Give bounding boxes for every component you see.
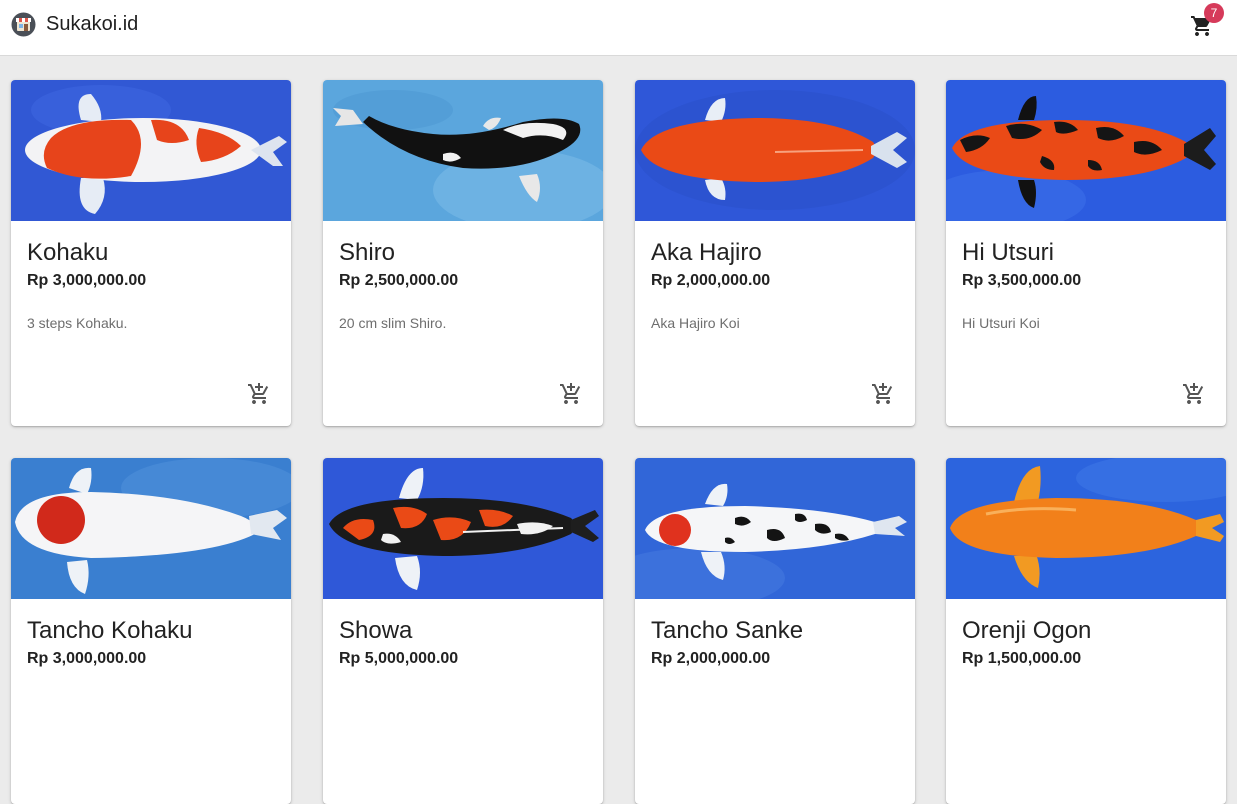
- product-price: Rp 5,000,000.00: [339, 650, 459, 667]
- product-description: 20 cm slim Shiro.: [339, 315, 447, 331]
- add-shopping-cart-icon: [1183, 383, 1204, 404]
- product-price: Rp 2,000,000.00: [651, 272, 771, 289]
- product-card-shiro[interactable]: Shiro Rp 2,500,000.00 20 cm slim Shiro.: [323, 80, 603, 426]
- product-card-hi-utsuri[interactable]: Hi Utsuri Rp 3,500,000.00 Hi Utsuri Koi: [946, 80, 1226, 426]
- product-description: 3 steps Kohaku.: [27, 315, 128, 331]
- product-image: [11, 80, 291, 221]
- add-to-cart-button[interactable]: [555, 378, 587, 410]
- product-name[interactable]: Shiro: [339, 239, 395, 267]
- product-image: [323, 80, 603, 221]
- add-to-cart-button[interactable]: [1178, 378, 1210, 410]
- product-price: Rp 2,000,000.00: [651, 650, 771, 667]
- product-price: Rp 3,000,000.00: [27, 650, 147, 667]
- product-card-aka-hajiro[interactable]: Aka Hajiro Rp 2,000,000.00 Aka Hajiro Ko…: [635, 80, 915, 426]
- product-price: Rp 2,500,000.00: [339, 272, 459, 289]
- product-card-tancho-kohaku[interactable]: Tancho Kohaku Rp 3,000,000.00: [11, 458, 291, 804]
- product-price: Rp 3,000,000.00: [27, 272, 147, 289]
- product-description: Hi Utsuri Koi: [962, 315, 1040, 331]
- product-image: [635, 458, 915, 599]
- product-card-tancho-sanke[interactable]: Tancho Sanke Rp 2,000,000.00: [635, 458, 915, 804]
- product-price: Rp 1,500,000.00: [962, 650, 1082, 667]
- product-card-orenji-ogon[interactable]: Orenji Ogon Rp 1,500,000.00: [946, 458, 1226, 804]
- add-shopping-cart-icon: [872, 383, 893, 404]
- product-name[interactable]: Aka Hajiro: [651, 239, 762, 267]
- app-title: Sukakoi.id: [46, 13, 139, 35]
- add-shopping-cart-icon: [248, 383, 269, 404]
- product-card-showa[interactable]: Showa Rp 5,000,000.00: [323, 458, 603, 804]
- product-price: Rp 3,500,000.00: [962, 272, 1082, 289]
- add-to-cart-button[interactable]: [867, 378, 899, 410]
- app-bar: Sukakoi.id 7: [0, 0, 1237, 56]
- product-name[interactable]: Showa: [339, 617, 412, 645]
- cart-count-badge: 7: [1204, 3, 1224, 23]
- product-card-kohaku[interactable]: Kohaku Rp 3,000,000.00 3 steps Kohaku.: [11, 80, 291, 426]
- product-image: [11, 458, 291, 599]
- product-name[interactable]: Kohaku: [27, 239, 108, 267]
- product-name[interactable]: Tancho Sanke: [651, 617, 803, 645]
- product-image: [946, 458, 1226, 599]
- add-shopping-cart-icon: [560, 383, 581, 404]
- product-description: Aka Hajiro Koi: [651, 315, 740, 331]
- product-image: [635, 80, 915, 221]
- product-name[interactable]: Orenji Ogon: [962, 617, 1091, 645]
- product-name[interactable]: Hi Utsuri: [962, 239, 1054, 267]
- shop-icon: [11, 12, 36, 37]
- add-to-cart-button[interactable]: [243, 378, 275, 410]
- product-image: [323, 458, 603, 599]
- product-image: [946, 80, 1226, 221]
- cart-button[interactable]: 7: [1186, 3, 1224, 42]
- product-name[interactable]: Tancho Kohaku: [27, 617, 192, 645]
